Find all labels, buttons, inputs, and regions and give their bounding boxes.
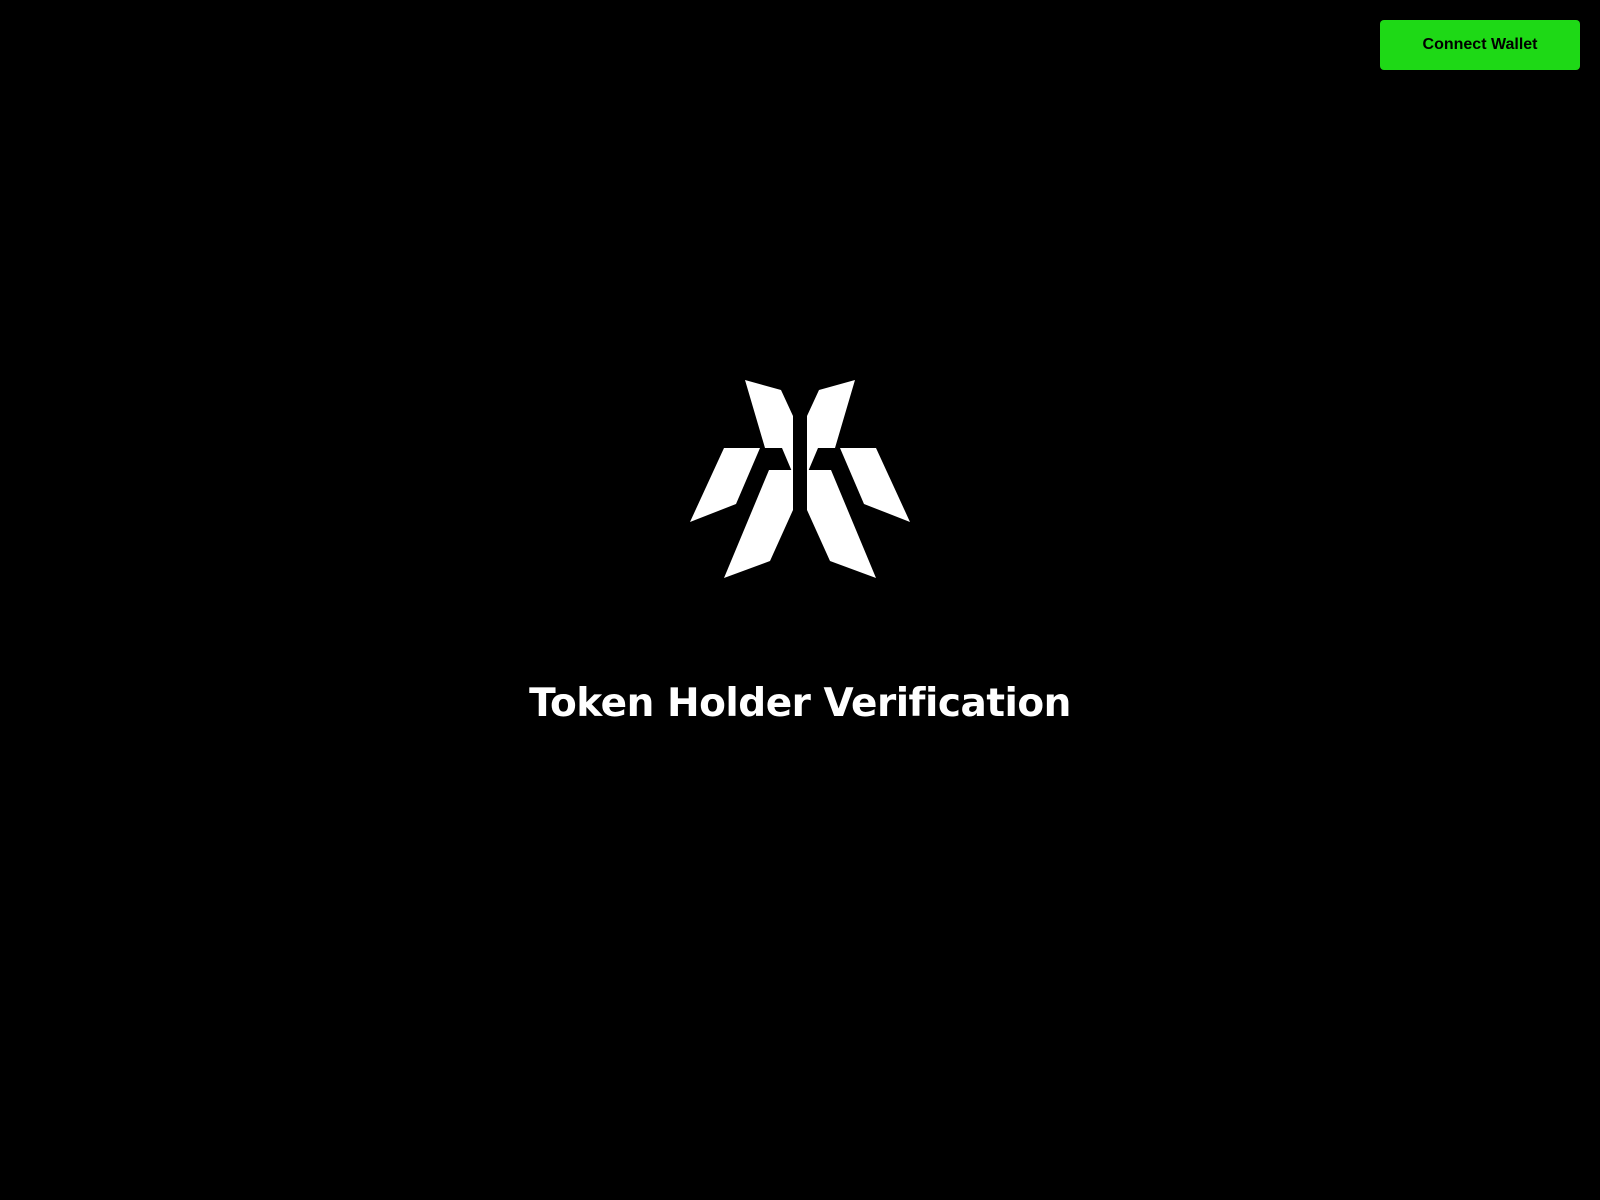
brand-logo-icon [688,378,912,584]
connect-wallet-button[interactable]: Connect Wallet [1380,20,1580,70]
page-title: Token Holder Verification [529,681,1071,726]
